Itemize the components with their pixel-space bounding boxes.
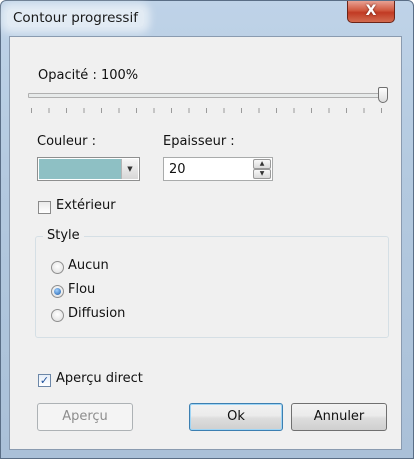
radio-aucun[interactable]	[51, 261, 64, 274]
window-title: Contour progressif	[7, 9, 144, 27]
radio-flou[interactable]	[51, 285, 64, 298]
ok-button[interactable]: Ok	[189, 403, 283, 431]
title-bar[interactable]: Contour progressif X	[1, 1, 413, 37]
color-swatch	[39, 159, 121, 179]
spin-down-icon[interactable]: ▼	[253, 169, 271, 179]
opacity-slider-ticks	[31, 108, 383, 113]
spin-up-icon[interactable]: ▲	[253, 159, 271, 169]
live-preview-label: Aperçu direct	[56, 371, 143, 386]
style-group-title: Style	[43, 228, 84, 243]
live-preview-checkbox[interactable]: ✓	[38, 374, 51, 387]
exterior-label: Extérieur	[56, 198, 116, 213]
opacity-slider-thumb[interactable]	[378, 87, 388, 103]
color-label: Couleur :	[37, 134, 96, 149]
opacity-label: Opacité : 100%	[38, 68, 139, 83]
radio-label-diffusion: Diffusion	[68, 306, 126, 321]
radio-label-aucun: Aucun	[68, 258, 109, 273]
opacity-slider-track[interactable]	[28, 93, 386, 98]
close-button[interactable]: X	[347, 1, 395, 23]
preview-button[interactable]: Aperçu	[37, 403, 133, 431]
radio-diffusion[interactable]	[51, 309, 64, 322]
cancel-button[interactable]: Annuler	[291, 403, 387, 431]
exterior-checkbox[interactable]	[38, 201, 51, 214]
chevron-down-icon[interactable]: ▼	[121, 159, 138, 179]
thickness-label: Epaisseur :	[163, 134, 235, 149]
radio-label-flou: Flou	[68, 282, 96, 297]
color-dropdown[interactable]: ▼	[37, 157, 140, 181]
